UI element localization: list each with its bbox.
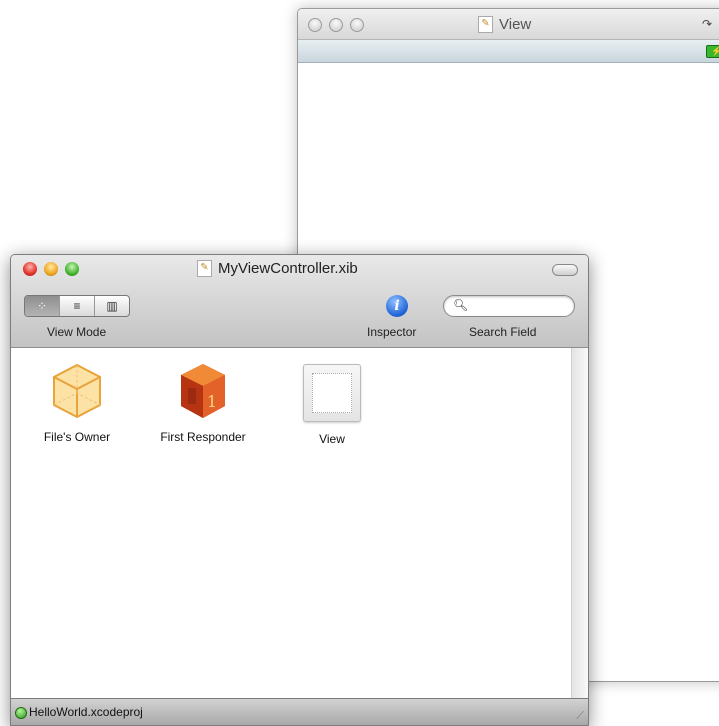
simulated-status-bar: ⚡ (298, 40, 719, 63)
object-view[interactable]: View (272, 362, 392, 446)
xib-toolbar: ✎ MyViewController.xib ⁘ ≡ ▥ View Mode i… (11, 255, 588, 348)
inspector-label: Inspector (367, 325, 417, 339)
object-first-responder[interactable]: 1 First Responder (143, 362, 263, 444)
resize-grip-icon[interactable]: ⟋ (576, 710, 584, 723)
object-label: File's Owner (43, 430, 111, 444)
battery-charging-icon: ⚡ (706, 45, 719, 58)
zoom-button[interactable] (350, 18, 364, 32)
view-icon (303, 364, 361, 422)
status-bar: HelloWorld.xcodeproj ⟋ (11, 698, 588, 725)
inspector-button[interactable]: i (386, 295, 408, 317)
search-input[interactable]: 🔍︎ (443, 295, 575, 317)
search-field-label: Search Field (469, 325, 537, 339)
minimize-button[interactable] (329, 18, 343, 32)
list-icon: ≡ (73, 299, 81, 313)
info-icon: i (394, 298, 400, 314)
close-button[interactable] (308, 18, 322, 32)
xib-document-window: ✎ MyViewController.xib ⁘ ≡ ▥ View Mode i… (10, 254, 589, 726)
project-name[interactable]: HelloWorld.xcodeproj (29, 705, 143, 719)
window-title: ✎ MyViewController.xib (197, 260, 358, 277)
svg-text:1: 1 (207, 392, 217, 411)
window-title: ✎ View (478, 16, 531, 33)
view-mode-segmented-control[interactable]: ⁘ ≡ ▥ (24, 295, 130, 317)
search-icon: 🔍︎ (453, 298, 469, 312)
view-window-titlebar[interactable]: ✎ View ↷ (298, 9, 719, 40)
document-icon: ✎ (197, 260, 212, 277)
close-button[interactable] (23, 262, 37, 276)
project-status-icon (15, 707, 27, 719)
zoom-button[interactable] (65, 262, 79, 276)
object-label: View (319, 432, 345, 446)
grid-icon: ⁘ (36, 299, 48, 313)
object-browser: File's Owner 1 First Responder View (11, 348, 588, 698)
document-icon: ✎ (478, 16, 493, 33)
list-view-button[interactable]: ≡ (60, 296, 95, 316)
rotate-icon[interactable]: ↷ (702, 17, 712, 31)
minimize-button[interactable] (44, 262, 58, 276)
view-mode-label: View Mode (47, 325, 107, 339)
vertical-scrollbar[interactable] (571, 348, 588, 698)
object-label: First Responder (160, 430, 246, 444)
first-responder-icon: 1 (178, 362, 228, 420)
xib-window-title: MyViewController.xib (218, 260, 358, 277)
cube-icon (51, 362, 103, 420)
toolbar-toggle-button[interactable] (552, 264, 578, 276)
object-files-owner[interactable]: File's Owner (17, 362, 137, 444)
icon-view-button[interactable]: ⁘ (25, 296, 60, 316)
columns-icon: ▥ (106, 299, 118, 313)
view-window-title: View (499, 16, 532, 33)
column-view-button[interactable]: ▥ (95, 296, 129, 316)
